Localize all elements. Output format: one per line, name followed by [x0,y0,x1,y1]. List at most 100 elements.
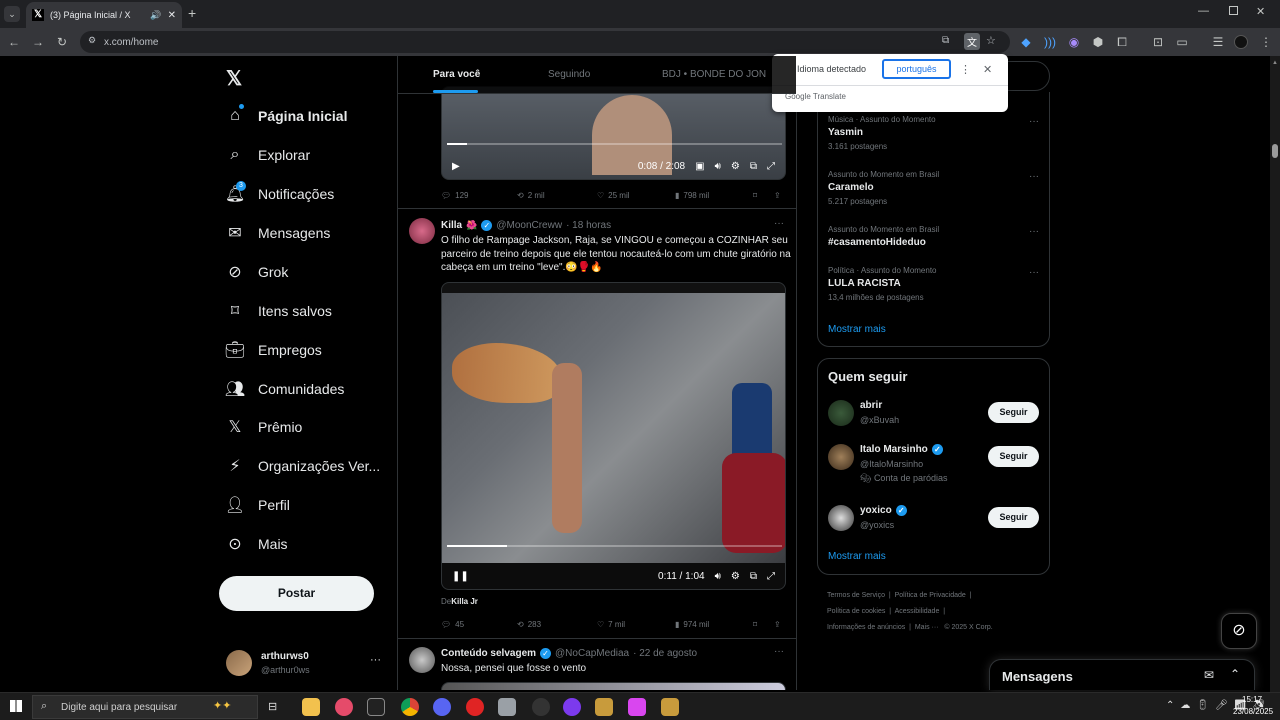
detected-language-tab[interactable]: Idioma detectado [797,64,866,74]
scroll-up-arrow[interactable]: ▲ [1272,60,1278,66]
footer-link[interactable]: Mais ··· [915,624,939,631]
avatar[interactable] [828,400,854,426]
tweet-more-icon[interactable]: ··· [774,646,784,657]
nav-profile[interactable]: 👤︎ Perfil [225,490,290,520]
video-progress[interactable] [447,545,782,547]
footer-link[interactable]: Termos de Serviço [827,592,885,599]
bookmark-star-icon[interactable]: ☆ [986,34,996,47]
app-red-icon[interactable] [466,698,484,716]
scrollbar-thumb[interactable] [1272,144,1278,158]
follow-button[interactable]: Seguir [988,507,1039,528]
nav-notifications[interactable]: 🔔︎ Notificações 3 [225,179,334,209]
tab-following[interactable]: Seguindo [548,69,590,80]
app-capcut-icon[interactable] [367,698,385,716]
views-button[interactable]: ▮ 798 mil [675,191,709,200]
trend-item[interactable]: Assunto do Momento em Brasil #casamentoH… [828,225,939,248]
nav-communities[interactable]: 👥︎ Comunidades [225,374,345,404]
tab-for-you[interactable]: Para você [433,69,480,80]
browser-tab[interactable]: 𝕏 (3) Página Inicial / X 🔊 ✕ [26,2,182,28]
volume-icon[interactable]: 🔊︎ [715,161,721,172]
windows-start-icon[interactable] [10,700,22,712]
nav-jobs[interactable]: 💼︎ Empregos [225,335,322,365]
app-dark-icon[interactable] [532,698,550,716]
taskbar-search-input[interactable]: ⌕ Digite aqui para pesquisar ✦✦ [32,695,258,719]
reply-button[interactable]: 💬︎ 45 [441,620,464,629]
trend-more-icon[interactable]: ··· [1029,171,1039,182]
app-purple-icon[interactable] [563,698,581,716]
translate-icon[interactable]: 文 [964,33,980,50]
app-gray-icon[interactable] [498,698,516,716]
target-language-button[interactable]: português [882,59,951,79]
trend-item[interactable]: Política · Assunto do Momento LULA RACIS… [828,266,937,302]
extension-3-icon[interactable]: ◉ [1064,28,1084,56]
app-pink-icon[interactable] [628,698,646,716]
reload-icon[interactable]: ↻ [52,28,72,56]
trend-more-icon[interactable]: ··· [1029,116,1039,127]
chrome-icon[interactable] [401,698,419,716]
play-icon[interactable]: ▶ [452,161,460,172]
discord-icon[interactable] [433,698,451,716]
avatar[interactable] [828,505,854,531]
translate-options-icon[interactable]: ⋮ [960,63,971,76]
tweet2-video[interactable]: ❚❚ 0:11 / 1:04 🔊︎ ⚙ ⧉ ⤢ [441,282,786,590]
repost-button[interactable]: ⟲ 283 [517,620,541,629]
tab-list-button[interactable]: ⌄ [4,6,20,22]
new-tab-button[interactable]: + [188,5,196,21]
tab-community[interactable]: BDJ • BONDE DO JON [662,69,766,80]
extensions-icon[interactable]: ⧠ [1112,28,1132,56]
nav-bookmarks[interactable]: ⌑ Itens salvos [226,296,332,326]
file-explorer-icon[interactable] [302,698,320,716]
clock-date[interactable]: 23/08/2025 [1233,707,1273,716]
bookmark-button[interactable]: ⌑ [753,620,757,629]
footer-link[interactable]: Política de cookies [827,608,885,615]
fullscreen-icon[interactable]: ⤢ [767,161,775,172]
settings-icon[interactable]: ⚙ [731,571,740,582]
nav-home[interactable]: ⌂ Página Inicial [226,101,347,131]
follow-suggestion[interactable]: Italo Marsinho ✓ @ItaloMarsinho 🎭︎ Conta … [860,444,948,484]
captions-icon[interactable]: ▣ [695,161,704,172]
follow-button[interactable]: Seguir [988,402,1039,423]
tweet1-video[interactable]: ▶ 0:08 / 2:08 ▣ 🔊︎ ⚙ ⧉ ⤢ [441,86,786,180]
page-scrollbar[interactable]: ▲ [1270,56,1280,692]
follow-show-more-link[interactable]: Mostrar mais [828,551,886,562]
browser-menu-icon[interactable]: ⋮ [1256,28,1276,56]
share-button[interactable]: ⇪ [774,620,781,629]
like-button[interactable]: ♡ 7 mil [597,620,625,629]
extension-2-icon[interactable]: ))) [1040,28,1060,56]
trend-item[interactable]: Assunto do Momento em Brasil Caramelo 5.… [828,170,939,206]
messages-dock[interactable]: Mensagens ✉ ⌃ [989,659,1255,690]
pause-icon[interactable]: ❚❚ [452,571,469,582]
clock-time[interactable]: 15:17 [1242,695,1262,704]
follow-suggestion[interactable]: yoxico ✓ @yoxics [860,505,907,530]
install-app-icon[interactable]: ⧉ [942,35,949,46]
nav-verified-orgs[interactable]: ⚡︎ Organizações Ver... [226,451,380,481]
author-name[interactable]: Killa [441,220,462,231]
footer-link[interactable]: Acessibilidade [895,608,940,615]
tweet-time[interactable]: · 22 de agosto [633,648,697,659]
trends-show-more-link[interactable]: Mostrar mais [828,324,886,335]
back-icon[interactable]: ← [4,28,24,56]
settings-icon[interactable]: ⚙ [731,161,740,172]
reply-button[interactable]: 💬︎ 129 [441,191,469,200]
volume-icon[interactable]: 🔊︎ [715,571,721,582]
nav-more[interactable]: ⊙ Mais [226,529,287,559]
window-minimize-icon[interactable]: — [1198,5,1209,17]
forward-icon[interactable]: → [28,28,48,56]
dock-icon[interactable]: ⧉ [750,161,757,172]
new-message-icon[interactable]: ✉ [1204,668,1214,682]
nav-premium[interactable]: 𝕏 Prêmio [226,412,303,442]
window-restore-icon[interactable] [1229,6,1238,15]
dock-icon[interactable]: ⧉ [750,571,757,582]
like-button[interactable]: ♡ 25 mil [597,191,630,200]
avatar[interactable] [828,444,854,470]
avatar[interactable] [409,218,435,244]
x-logo-icon[interactable]: 𝕏 [226,66,242,91]
nav-grok[interactable]: ⊘ Grok [226,257,288,287]
nav-messages[interactable]: ✉ Mensagens [226,218,330,248]
source-name[interactable]: Killa Jr [451,597,478,606]
follow-suggestion[interactable]: abrir @xBuvah [860,400,899,425]
views-button[interactable]: ▮ 974 mil [675,620,709,629]
grok-float-button[interactable]: ⊘ [1221,613,1257,649]
trend-item[interactable]: Música · Assunto do Momento Yasmin 3.161… [828,115,936,151]
repost-button[interactable]: ⟲ 2 mil [517,191,545,200]
